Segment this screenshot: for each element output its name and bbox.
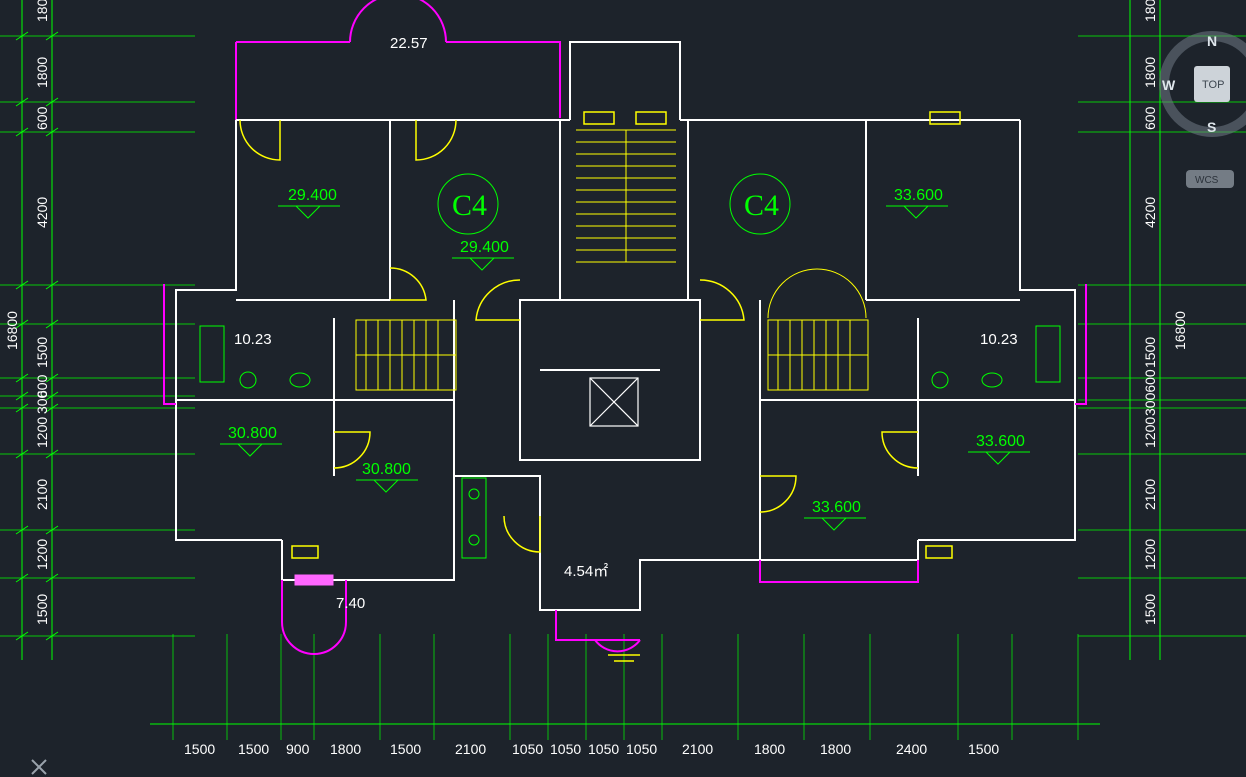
area-center-small: 4.54㎡ [564, 563, 608, 580]
viewcube-w[interactable]: W [1162, 77, 1176, 93]
dim-right-0: 1800 [1142, 0, 1158, 22]
dim-bottom-5: 2100 [455, 741, 486, 757]
viewcube[interactable]: TOP N S W E WCS [1162, 33, 1246, 188]
dim-bottom-4: 1500 [390, 741, 421, 757]
elev-r5: 30.800 [362, 461, 411, 478]
dim-left-5: 1500 [34, 337, 50, 368]
elev-r7: 33.600 [976, 433, 1025, 450]
dim-left-3: 4200 [34, 197, 50, 228]
dim-bottom-13: 2400 [896, 741, 927, 757]
elev-r4: 30.800 [228, 425, 277, 442]
fixtures [200, 326, 1060, 558]
dim-bottom-7: 1050 [550, 741, 581, 757]
dim-left-0: 1800 [34, 0, 50, 22]
dim-bottom-12: 1800 [820, 741, 851, 757]
viewcube-n[interactable]: N [1207, 33, 1217, 49]
dim-bottom-9: 1050 [626, 741, 657, 757]
area-bath-right: 10.23 [980, 331, 1018, 348]
dim-bottom-8: 1050 [588, 741, 619, 757]
elevation-markers [220, 206, 1030, 530]
dim-left-4: 16800 [4, 311, 20, 350]
dim-bottom-3: 1800 [330, 741, 361, 757]
dim-left-9: 2100 [34, 479, 50, 510]
area-top: 22.57 [390, 35, 428, 52]
dim-right-4: 16800 [1172, 311, 1188, 350]
area-bath-left: 10.23 [234, 331, 272, 348]
stairs [356, 130, 868, 390]
dim-right-2: 600 [1142, 106, 1158, 130]
dim-left-2: 600 [34, 106, 50, 130]
dim-right-1: 1800 [1142, 57, 1158, 88]
dim-left-1: 1800 [34, 57, 50, 88]
viewcube-wcs[interactable]: WCS [1195, 175, 1219, 186]
dim-right-7: 1200 [1142, 417, 1158, 448]
elev-r6: 33.600 [812, 499, 861, 516]
elev-r3: 33.600 [894, 187, 943, 204]
dim-left-10: 1200 [34, 539, 50, 570]
dim-bottom-2: 900 [286, 741, 310, 757]
dim-bottom-11: 1800 [754, 741, 785, 757]
doors [240, 120, 918, 552]
viewcube-s[interactable]: S [1207, 119, 1216, 135]
unit-label-right: C4 [744, 189, 779, 222]
close-icon[interactable] [32, 760, 46, 774]
dim-bottom-0: 1500 [184, 741, 215, 757]
dim-right-9: 1200 [1142, 539, 1158, 570]
dim-left-7: 300 [34, 390, 50, 414]
dimension-grid-left [0, 0, 195, 660]
unit-label-left: C4 [452, 189, 487, 222]
viewcube-top[interactable]: TOP [1202, 79, 1224, 91]
dim-right-6: 300600 [1142, 369, 1158, 416]
building-walls [164, 0, 1086, 654]
dim-right-3: 4200 [1142, 197, 1158, 228]
dim-bottom-6: 1050 [512, 741, 543, 757]
dim-bottom-14: 1500 [968, 741, 999, 757]
dim-bottom-10: 2100 [682, 741, 713, 757]
dim-left-11: 1500 [34, 594, 50, 625]
dim-right-8: 2100 [1142, 479, 1158, 510]
area-bottom-left: 7.40 [336, 595, 365, 612]
dim-right-10: 1500 [1142, 594, 1158, 625]
cad-floorplan-canvas[interactable]: 1800 1800 600 4200 16800 1500 600 300 12… [0, 0, 1246, 777]
dim-bottom-1: 1500 [238, 741, 269, 757]
dim-left-8: 1200 [34, 417, 50, 448]
elev-r2: 29.400 [460, 239, 509, 256]
elev-r1: 29.400 [288, 187, 337, 204]
dim-right-5: 1500 [1142, 337, 1158, 368]
